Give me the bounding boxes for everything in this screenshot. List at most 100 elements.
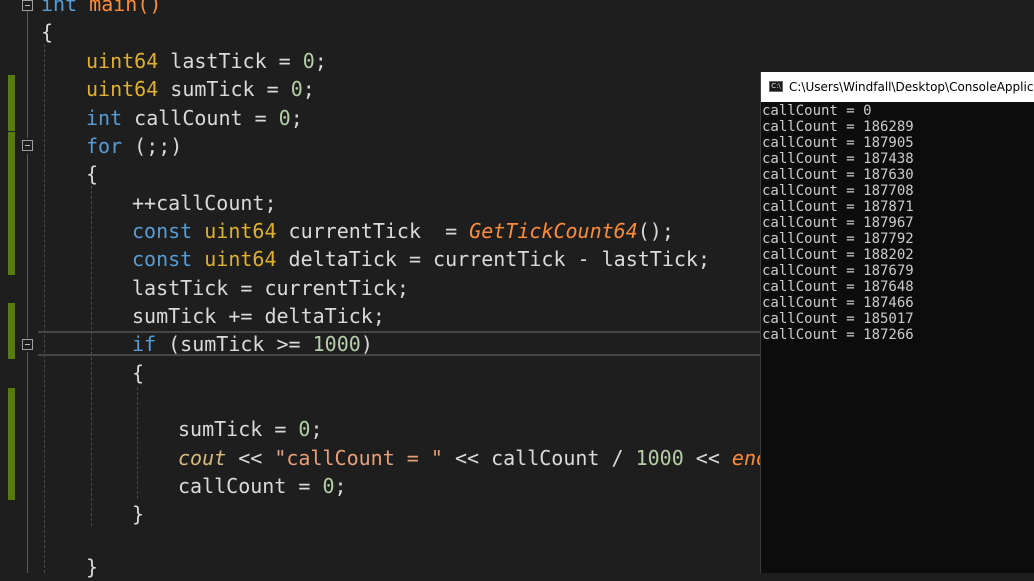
console-output-line: callCount = 185017 [762, 311, 914, 327]
indent-guide [137, 387, 138, 499]
change-marker [8, 388, 15, 500]
brace: } [86, 555, 99, 579]
type-name: uint64 [204, 247, 277, 271]
console-output-line: callCount = 187648 [762, 279, 914, 295]
console-app-icon: C:\ [769, 81, 783, 92]
code-text: ; [314, 49, 327, 73]
console-output-line: callCount = 188202 [762, 247, 914, 263]
keyword: const [132, 219, 193, 243]
code-line[interactable]: callCount = 0; [178, 472, 347, 500]
console-window[interactable]: C:\ C:\Users\Windfall\Desktop\ConsoleApp… [760, 72, 1034, 573]
console-output-line: callCount = 187466 [762, 295, 914, 311]
console-output-line: callCount = 187438 [762, 151, 914, 167]
console-title: C:\Users\Windfall\Desktop\ConsoleApplica… [789, 80, 1034, 94]
number-literal: 0 [298, 417, 311, 441]
code-line[interactable]: int main() [41, 0, 161, 18]
code-line[interactable]: uint64 lastTick = 0; [86, 47, 327, 75]
string-literal: "callCount = " [274, 446, 443, 470]
number-literal: 0 [322, 474, 335, 498]
brace: { [41, 20, 54, 44]
number-literal: 0 [302, 49, 315, 73]
code-text: (;;) [122, 134, 183, 158]
brace: { [86, 162, 99, 186]
console-output-line: callCount = 187905 [762, 135, 914, 151]
code-line[interactable]: sumTick += deltaTick; [132, 302, 385, 330]
console-output-line: callCount = 187266 [762, 327, 914, 343]
code-text: deltaTick = currentTick - lastTick; [276, 247, 710, 271]
code-text: callCount = [178, 474, 323, 498]
code-line[interactable]: sumTick = 0; [178, 415, 323, 443]
code-line[interactable]: int callCount = 0; [86, 104, 303, 132]
function-name: GetTickCount64 [469, 219, 638, 243]
code-text: currentTick = [276, 219, 470, 243]
type-name: uint64 [86, 77, 159, 101]
keyword: if [132, 332, 157, 356]
keyword: int [41, 0, 78, 16]
indent-guide [91, 186, 92, 526]
console-output[interactable]: callCount = 0 callCount = 186289 callCount… [761, 103, 1034, 343]
console-output-line: callCount = 187871 [762, 199, 914, 215]
code-text: lastTick = currentTick; [132, 276, 409, 300]
function-name: main() [77, 0, 162, 16]
code-line[interactable]: lastTick = currentTick; [132, 274, 409, 302]
code-line[interactable]: { [86, 160, 98, 188]
code-text: << callCount / [442, 446, 636, 470]
fold-line [27, 527, 28, 573]
code-text: ; [302, 77, 315, 101]
code-line[interactable]: cout << "callCount = " << callCount / 10… [178, 444, 792, 472]
change-marker [8, 303, 15, 359]
code-line[interactable]: for (;;) [86, 132, 182, 160]
code-text: << [226, 446, 275, 470]
change-marker [8, 132, 15, 275]
code-line[interactable]: const uint64 deltaTick = currentTick - l… [132, 245, 710, 273]
keyword: int [86, 106, 123, 130]
code-line[interactable]: const uint64 currentTick = GetTickCount6… [132, 217, 674, 245]
console-titlebar[interactable]: C:\ C:\Users\Windfall\Desktop\ConsoleApp… [761, 72, 1034, 102]
console-output-line: callCount = 186289 [762, 119, 914, 135]
console-output-line: callCount = 187679 [762, 263, 914, 279]
keyword: for [86, 134, 123, 158]
fold-line [27, 154, 28, 338]
code-text: << [683, 446, 732, 470]
stream-name: cout [178, 446, 227, 470]
code-text: ++callCount; [132, 191, 277, 215]
number-literal: 0 [278, 106, 291, 130]
code-line[interactable]: { [41, 18, 53, 46]
indent-guide [44, 44, 45, 573]
code-text: ; [310, 417, 323, 441]
console-output-line: callCount = 187792 [762, 231, 914, 247]
type-name: uint64 [86, 49, 159, 73]
fold-toggle-icon[interactable] [22, 339, 33, 350]
code-line[interactable]: uint64 sumTick = 0; [86, 75, 315, 103]
code-text: sumTick = [178, 417, 299, 441]
number-literal: 1000 [635, 446, 684, 470]
code-line[interactable]: } [86, 553, 98, 581]
code-text: (sumTick >= [156, 332, 313, 356]
code-line[interactable]: { [132, 359, 144, 387]
code-line[interactable]: if (sumTick >= 1000) [132, 330, 373, 358]
fold-line [27, 352, 28, 528]
type-name: uint64 [204, 219, 277, 243]
code-text: ) [360, 332, 373, 356]
fold-toggle-icon[interactable] [22, 0, 33, 11]
code-text: sumTick = [158, 77, 291, 101]
console-output-line: callCount = 187708 [762, 183, 914, 199]
number-literal: 1000 [312, 332, 361, 356]
brace: { [132, 361, 145, 385]
number-literal: 0 [290, 77, 303, 101]
code-text: callCount = [122, 106, 279, 130]
code-text: sumTick += deltaTick; [132, 304, 385, 328]
code-text: ; [290, 106, 303, 130]
console-output-line: callCount = 187967 [762, 215, 914, 231]
code-text: (); [637, 219, 674, 243]
code-line[interactable]: } [132, 500, 144, 528]
fold-line [27, 10, 28, 138]
console-output-line: callCount = 187630 [762, 167, 914, 183]
change-marker [8, 75, 15, 131]
code-text: lastTick = [158, 49, 303, 73]
fold-toggle-icon[interactable] [22, 140, 33, 151]
code-text: ; [334, 474, 347, 498]
brace: } [132, 502, 145, 526]
keyword: const [132, 247, 193, 271]
code-line[interactable]: ++callCount; [132, 189, 277, 217]
